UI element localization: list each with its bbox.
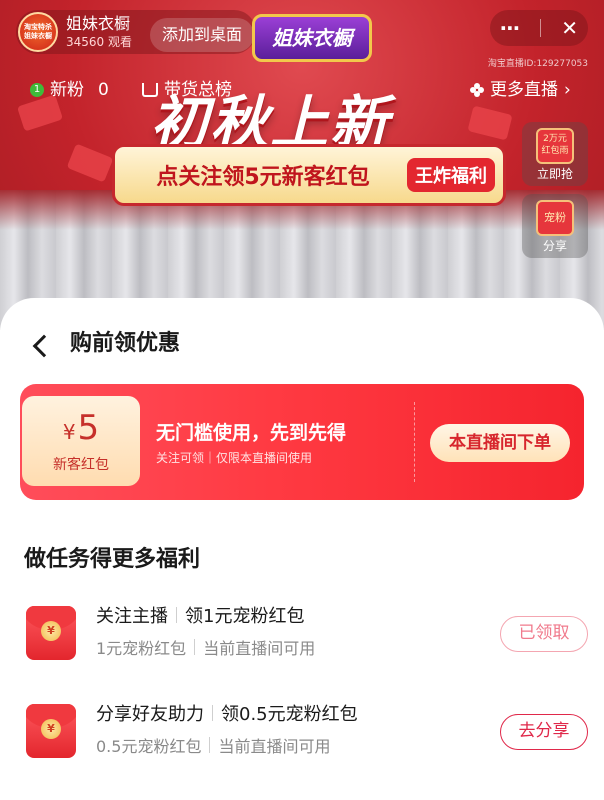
sheet-title: 购前领优惠 [70,331,181,356]
coupon-amount: ¥5 [63,408,99,452]
banner-title: 初秋上新 [150,89,391,157]
new-fans-indicator[interactable]: 1 新粉 0 [30,78,109,102]
red-envelope-decoration [66,143,114,183]
task-follow-anchor: ¥ 关注主播 领1元宠粉红包 1元宠粉红包 当前直播间可用 已领取 [24,606,588,670]
new-fans-label: 新粉 [50,80,84,100]
task-reward: 领0.5元宠粉红包 [221,704,358,725]
coupon-value-card: ¥5 新客红包 [22,396,140,486]
viewer-count: 34560 观看 [66,35,132,49]
coupon-type: 新客红包 [53,457,109,473]
share-widget[interactable]: 宠粉 分享 [522,194,588,258]
divider [212,705,213,721]
coupon-divider [414,402,415,482]
order-in-live-button[interactable]: 本直播间下单 [430,424,570,462]
room-id: 淘宝直播ID:129277053 [487,59,588,69]
task-scope: 当前直播间可用 [218,737,331,756]
coupon-note: 关注可领｜仅限本直播间使用 [156,451,313,465]
divider [194,639,196,655]
task-name: 关注主播 [96,606,168,627]
currency-symbol: ¥ [62,420,76,444]
task-name: 分享好友助力 [96,704,204,725]
divider [209,737,211,753]
chevron-right-icon: › [564,80,571,100]
claimed-button[interactable]: 已领取 [500,616,588,652]
share-button[interactable]: 去分享 [500,714,588,750]
red-envelope-decoration [467,105,513,141]
coin-icon: ¥ [41,621,61,641]
more-live-link[interactable]: 更多直播 › [470,78,571,102]
red-packet-rain-widget[interactable]: 2万元 红包雨 立即抢 [522,122,588,186]
banner-promo: 点关注领5元新客红包 王炸福利 [112,144,506,206]
task-reward: 领1元宠粉红包 [185,606,305,627]
task-reward-detail: 0.5元宠粉红包 [96,737,202,756]
close-icon[interactable]: ✕ [561,16,578,40]
task-share-friend: ¥ 分享好友助力 领0.5元宠粉红包 0.5元宠粉红包 当前直播间可用 去分享 [24,704,588,768]
clover-icon [470,83,484,97]
fan-gift-icon: 宠粉 [536,200,574,236]
coin-icon: ¥ [41,719,61,739]
task-scope: 当前直播间可用 [203,639,316,658]
divider [176,607,177,623]
task-title: 关注主播 领1元宠粉红包 [96,604,304,630]
brand-badge: 姐妹衣橱 [252,14,372,62]
divider [540,19,542,37]
red-packet-icon: 2万元 红包雨 [536,128,574,164]
tasks-heading: 做任务得更多福利 [24,547,201,572]
banner-promo-text: 点关注领5元新客红包 [156,165,370,190]
top-actions: ⋯ ✕ [490,10,588,46]
avatar[interactable]: 淘宝特杀 姐妹衣橱 [18,12,58,52]
more-icon[interactable]: ⋯ [500,16,520,40]
more-live-label: 更多直播 [490,80,558,100]
anchor-name: 姐妹衣橱 [66,14,131,33]
anchor-info: 姐妹衣橱 34560 观看 [66,14,132,50]
red-envelope-icon: ¥ [26,704,76,758]
add-to-desktop-button[interactable]: 添加到桌面 [150,18,255,52]
task-subtitle: 1元宠粉红包 当前直播间可用 [96,638,315,660]
widget-label: 分享 [542,239,567,253]
new-fans-count: 0 [98,80,109,100]
banner-promo-tag: 王炸福利 [407,158,495,192]
red-envelope-icon: ¥ [26,606,76,660]
coupon-headline: 无门槛使用，先到先得 [156,422,347,444]
coupon-amount-value: 5 [77,408,100,448]
task-subtitle: 0.5元宠粉红包 当前直播间可用 [96,736,330,758]
task-reward-detail: 1元宠粉红包 [96,639,187,658]
new-customer-coupon: ¥5 新客红包 无门槛使用，先到先得 关注可领｜仅限本直播间使用 本直播间下单 [20,384,584,500]
fans-badge-icon: 1 [30,83,44,97]
task-title: 分享好友助力 领0.5元宠粉红包 [96,702,358,728]
widget-label: 立即抢 [536,167,573,181]
